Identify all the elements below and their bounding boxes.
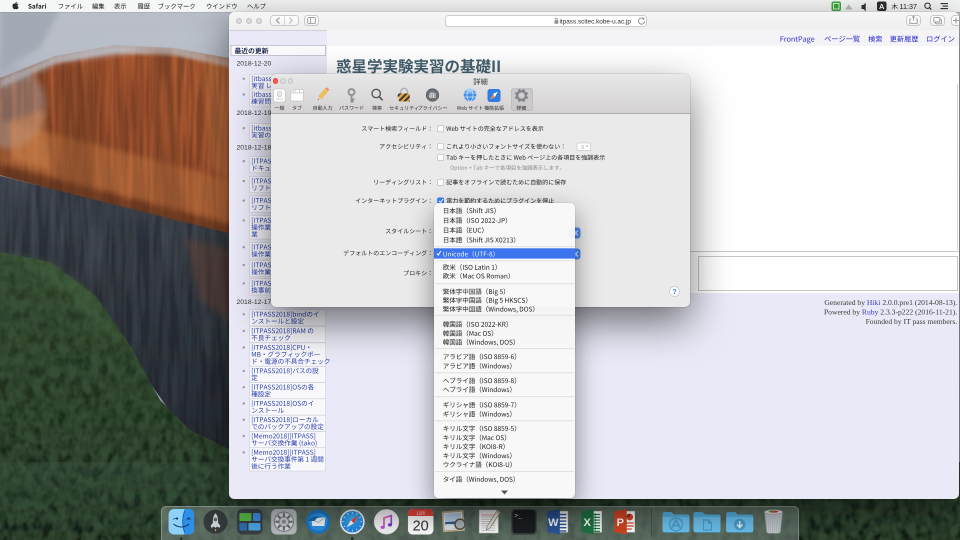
svg-text:P: P — [617, 517, 624, 529]
svg-text:2018-12-17: 2018-12-17 — [237, 299, 272, 306]
svg-text:9: 9 — [581, 145, 584, 151]
svg-text:2018-12-18: 2018-12-18 — [237, 144, 272, 151]
svg-text:W: W — [548, 517, 559, 529]
svg-text:11:37: 11:37 — [900, 2, 917, 11]
svg-text:?: ? — [672, 289, 676, 296]
svg-text:>_: >_ — [514, 513, 522, 520]
svg-text:20: 20 — [413, 519, 429, 535]
svg-text:2018-12-19: 2018-12-19 — [237, 109, 272, 116]
svg-text:A: A — [879, 2, 885, 11]
svg-text:2018-12-20: 2018-12-20 — [237, 60, 272, 67]
svg-text:X: X — [583, 517, 591, 529]
